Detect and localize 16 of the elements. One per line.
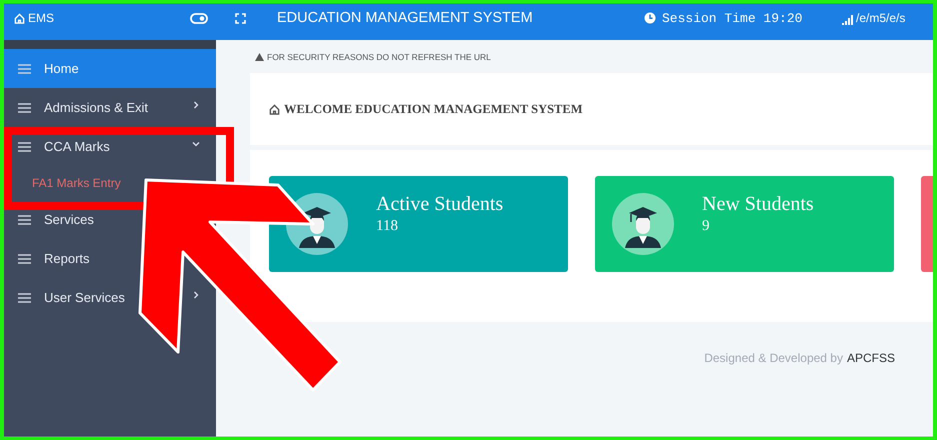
app-title: EDUCATION MANAGEMENT SYSTEM — [277, 10, 534, 26]
nav-item[interactable]: Admissions & Exit — [4, 88, 216, 127]
stat-title: Active Students — [376, 193, 504, 216]
footer-credit: Designed & Developed by — [704, 351, 843, 365]
stat-count: 118 — [376, 218, 399, 235]
nav-item[interactable]: User Services — [4, 278, 216, 317]
app-brand[interactable]: EMS — [28, 11, 54, 25]
stat-title: New Students — [702, 193, 814, 216]
url-path: /e/m5/e/s — [856, 11, 906, 25]
footer-link[interactable]: APCFSS — [846, 351, 895, 365]
welcome-heading: WELCOME EDUCATION MANAGEMENT SYSTEM — [284, 102, 583, 116]
session-time: Session Time 19:20 — [662, 10, 802, 26]
nav-item[interactable]: Home — [4, 49, 216, 88]
stat-count: 9 — [702, 218, 710, 235]
nav-item[interactable]: CCA Marks — [4, 127, 216, 166]
security-notice: FOR SECURITY REASONS DO NOT REFRESH THE URL — [267, 52, 491, 62]
